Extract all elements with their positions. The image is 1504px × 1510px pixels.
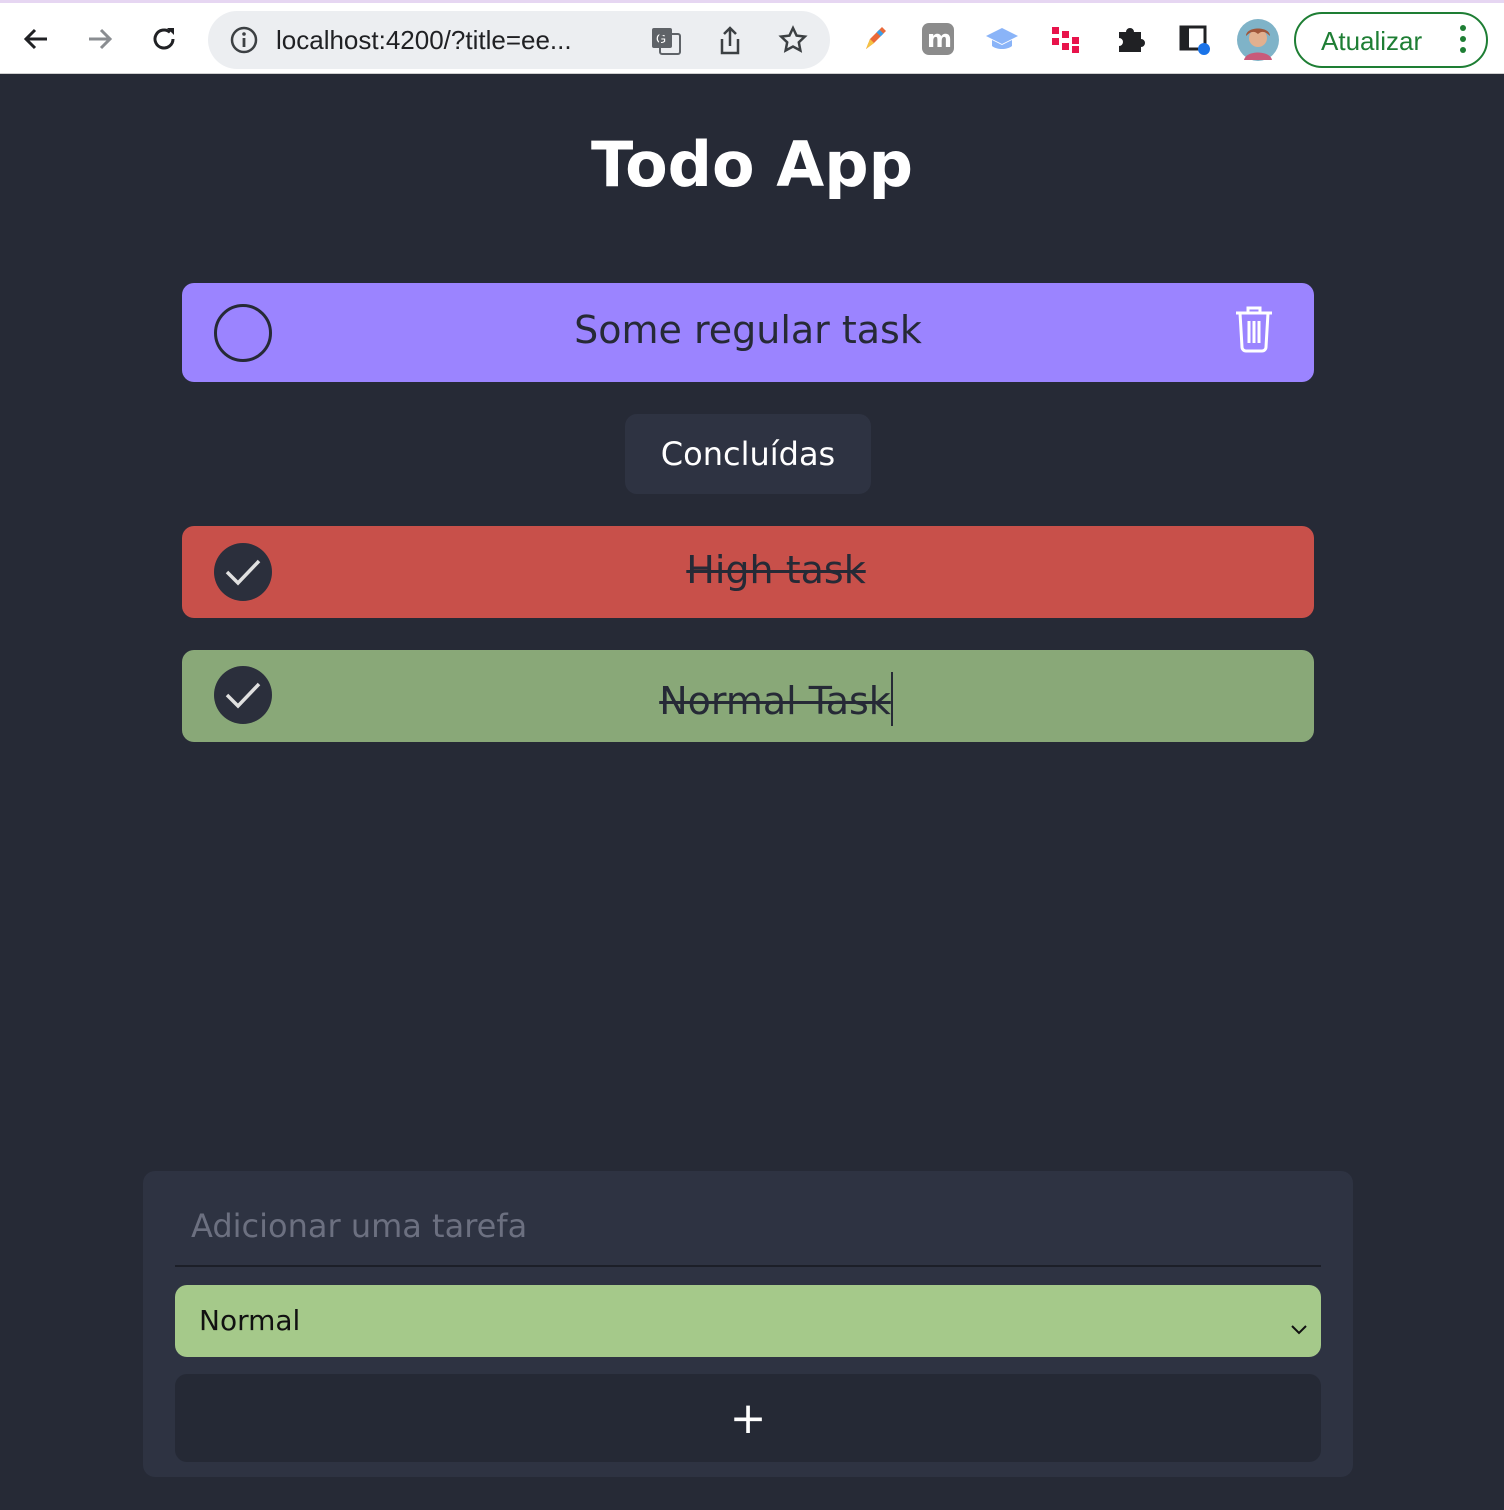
text-cursor xyxy=(890,672,893,726)
address-bar[interactable]: localhost:4200/?title=ee... G xyxy=(208,11,830,69)
forward-icon[interactable] xyxy=(78,17,122,61)
add-task-panel: Adicionar uma tarefa Normal + xyxy=(143,1171,1353,1477)
site-info-icon[interactable] xyxy=(230,26,258,58)
back-icon[interactable] xyxy=(14,17,58,61)
task-label: Normal Task xyxy=(238,672,1314,726)
completed-task-item[interactable]: Normal Task xyxy=(182,650,1314,742)
reading-mode-icon[interactable] xyxy=(1174,19,1214,59)
completed-section-toggle[interactable]: Concluídas xyxy=(625,414,871,494)
more-menu-icon[interactable] xyxy=(1460,25,1466,58)
color-pen-extension-icon[interactable] xyxy=(854,19,894,59)
bookmark-star-icon[interactable] xyxy=(778,25,808,59)
task-label: Some regular task xyxy=(574,308,922,352)
priority-selected-value: Normal xyxy=(199,1304,301,1337)
task-item[interactable]: Some regular task xyxy=(182,283,1314,382)
page-title: Todo App xyxy=(591,128,913,201)
profile-avatar[interactable] xyxy=(1236,18,1280,62)
chevron-down-icon xyxy=(1289,1311,1309,1344)
add-task-button[interactable]: + xyxy=(175,1374,1321,1462)
browser-toolbar: localhost:4200/?title=ee... G m Atualiza… xyxy=(0,0,1504,74)
svg-text:m: m xyxy=(927,25,952,53)
extensions-puzzle-icon[interactable] xyxy=(1110,19,1150,59)
task-label: High task xyxy=(686,548,866,592)
add-task-input[interactable]: Adicionar uma tarefa xyxy=(175,1199,1321,1267)
update-button-label: Atualizar xyxy=(1321,26,1423,56)
trash-icon[interactable] xyxy=(1232,303,1276,357)
graduation-cap-icon[interactable] xyxy=(982,19,1022,59)
grid-extension-icon[interactable] xyxy=(1046,19,1086,59)
completed-task-item[interactable]: High task xyxy=(182,526,1314,618)
priority-select[interactable]: Normal xyxy=(175,1285,1321,1357)
url-text: localhost:4200/?title=ee... xyxy=(276,25,572,55)
share-icon[interactable] xyxy=(716,25,744,61)
reload-icon[interactable] xyxy=(142,17,186,61)
translate-icon[interactable]: G xyxy=(650,26,682,60)
update-button[interactable]: Atualizar xyxy=(1294,12,1488,68)
m-extension-icon[interactable]: m xyxy=(918,19,958,59)
